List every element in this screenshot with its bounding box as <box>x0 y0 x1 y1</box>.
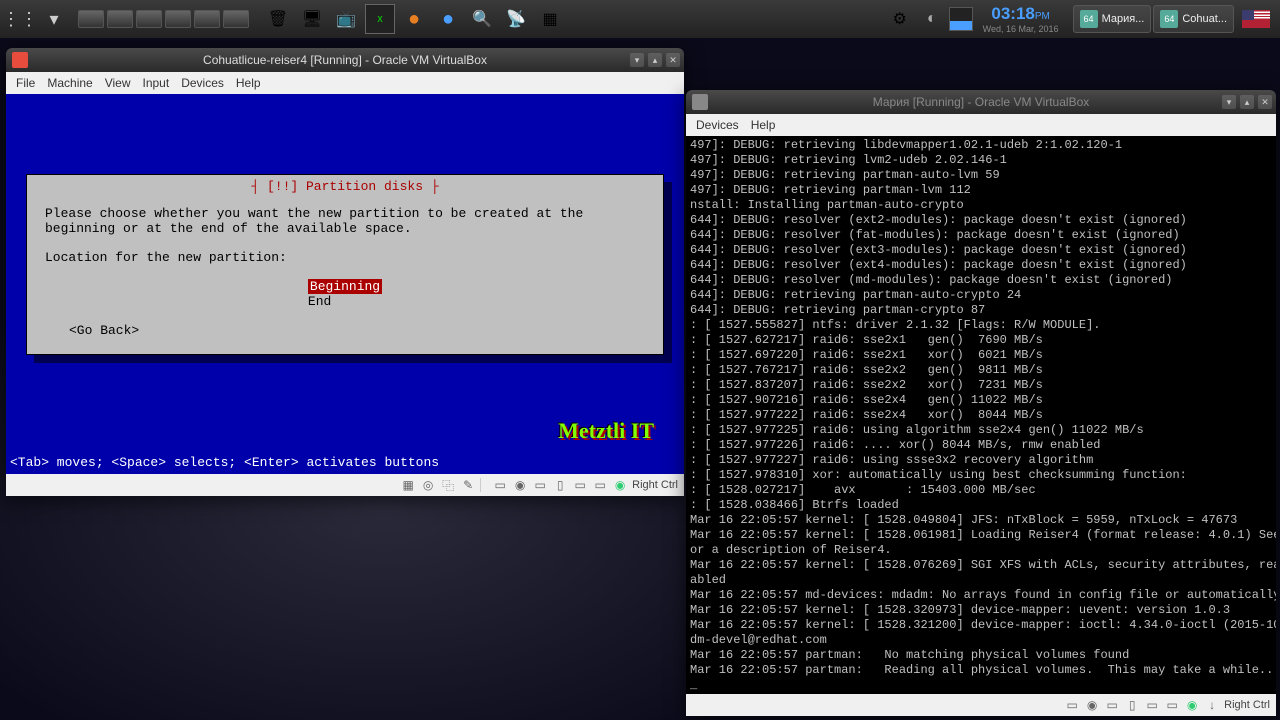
chromium-icon[interactable]: ● <box>433 4 463 34</box>
network-icon[interactable]: ▭ <box>1104 697 1120 713</box>
hdd-icon[interactable]: ▭ <box>492 477 508 493</box>
optical-icon[interactable]: ◉ <box>512 477 528 493</box>
satellite-icon[interactable]: 📡 <box>501 4 531 34</box>
display-icon[interactable]: ▭ <box>1164 697 1180 713</box>
dialog-title: ┤ [!!] Partition disks ├ <box>31 179 659 194</box>
menu-devices[interactable]: Devices <box>696 118 739 132</box>
window-title: Мария [Running] - Oracle VM VirtualBox <box>873 95 1090 109</box>
virtualbox-icon <box>692 94 708 110</box>
close-button[interactable]: ✕ <box>1258 95 1272 109</box>
vm-window-cohuatlicue: Cohuatlicue-reiser4 [Running] - Oracle V… <box>6 48 684 496</box>
clock[interactable]: 03:18PM Wed, 16 Mar, 2016 <box>983 4 1059 34</box>
maximize-button[interactable]: ▴ <box>648 53 662 67</box>
monitor-icon[interactable]: 🖥 <box>297 4 327 34</box>
top-panel: ⋮⋮ ▾ 🗑 🖥 📺 X ● ● 🔍 📡 ▦ ⚙ ◐ 03:18PM Wed, … <box>0 0 1280 38</box>
partition-dialog: ┤ [!!] Partition disks ├ Please choose w… <box>26 174 664 355</box>
host-key-label: Right Ctrl <box>1224 699 1270 711</box>
dropdown-icon[interactable]: ▾ <box>38 3 70 35</box>
mouse-integration-icon[interactable]: ↓ <box>1204 697 1220 713</box>
taskbar-item-cohuat[interactable]: 64 Cohuat... <box>1153 5 1234 33</box>
usb-icon[interactable]: ▯ <box>552 477 568 493</box>
minimize-button[interactable]: ▾ <box>630 53 644 67</box>
tv-icon[interactable]: 📺 <box>331 4 361 34</box>
clock-time: 03:18 <box>991 4 1034 23</box>
vm-window-maria: Мария [Running] - Oracle VM VirtualBox ▾… <box>686 90 1276 716</box>
dialog-prompt: Location for the new partition: <box>45 250 645 265</box>
titlebar[interactable]: Cohuatlicue-reiser4 [Running] - Oracle V… <box>6 48 684 72</box>
clock-date: Wed, 16 Mar, 2016 <box>983 24 1059 34</box>
menu-icon[interactable]: ⋮⋮ <box>4 3 36 35</box>
menu-input[interactable]: Input <box>143 76 170 90</box>
shared-folder-icon[interactable]: ▭ <box>1144 697 1160 713</box>
menu-help[interactable]: Help <box>236 76 261 90</box>
minimize-button[interactable]: ▾ <box>1222 95 1236 109</box>
vm-statusbar: ▦ ◎ ⿻ ✎ ▭ ◉ ▭ ▯ ▭ ▭ ◉ Right Ctrl <box>6 474 684 496</box>
firefox-icon[interactable]: ● <box>399 4 429 34</box>
menu-help[interactable]: Help <box>751 118 776 132</box>
menu-machine[interactable]: Machine <box>47 76 92 90</box>
option-end[interactable]: End <box>308 294 331 309</box>
virtualbox-icon <box>12 52 28 68</box>
maximize-button[interactable]: ▴ <box>1240 95 1254 109</box>
display-icon[interactable]: ▭ <box>592 477 608 493</box>
app-icon[interactable]: ▦ <box>535 4 565 34</box>
virtualbox-icon: 64 <box>1080 10 1098 28</box>
virtualbox-icon: 64 <box>1160 10 1178 28</box>
close-button[interactable]: ✕ <box>666 53 680 67</box>
system-monitor-icon[interactable]: ⚙ <box>885 4 915 34</box>
menu-file[interactable]: File <box>16 76 35 90</box>
cpu-meter-icon[interactable] <box>949 7 973 31</box>
optical-icon[interactable]: ◉ <box>1084 697 1100 713</box>
recording-icon[interactable]: ◉ <box>612 477 628 493</box>
settings-icon[interactable]: ▦ <box>400 477 416 493</box>
pencil-icon[interactable]: ✎ <box>460 477 476 493</box>
titlebar[interactable]: Мария [Running] - Oracle VM VirtualBox ▾… <box>686 90 1276 114</box>
network-icon[interactable]: ▭ <box>532 477 548 493</box>
host-key-label: Right Ctrl <box>632 479 678 491</box>
taskbar-item-maria[interactable]: 64 Мария... <box>1073 5 1152 33</box>
dialog-message: Please choose whether you want the new p… <box>45 206 645 236</box>
search-icon[interactable]: 🔍 <box>467 4 497 34</box>
watermark: Metztli IT <box>558 418 654 444</box>
menu-devices[interactable]: Devices <box>181 76 224 90</box>
us-flag-icon[interactable] <box>1242 10 1270 28</box>
gauge-icon[interactable]: ◐ <box>917 4 947 34</box>
window-title: Cohuatlicue-reiser4 [Running] - Oracle V… <box>203 53 487 67</box>
vm-display-terminal[interactable]: 497]: DEBUG: retrieving libdevmapper1.02… <box>686 136 1276 694</box>
go-back-button[interactable]: <Go Back> <box>45 323 645 338</box>
hdd-icon[interactable]: ▭ <box>1064 697 1080 713</box>
vm-statusbar: ▭ ◉ ▭ ▯ ▭ ▭ ◉ ↓ Right Ctrl <box>686 694 1276 716</box>
menubar: Devices Help <box>686 114 1276 136</box>
disc-icon[interactable]: ◎ <box>420 477 436 493</box>
usb-icon[interactable]: ▯ <box>1124 697 1140 713</box>
terminal-icon[interactable]: X <box>365 4 395 34</box>
installer-help-text: <Tab> moves; <Space> selects; <Enter> ac… <box>10 455 439 470</box>
shared-folder-icon[interactable]: ▭ <box>572 477 588 493</box>
menu-view[interactable]: View <box>105 76 131 90</box>
recording-icon[interactable]: ◉ <box>1184 697 1200 713</box>
option-beginning[interactable]: Beginning <box>308 279 382 294</box>
trash-icon[interactable]: 🗑 <box>263 4 293 34</box>
workspace-switcher[interactable] <box>78 10 249 28</box>
vm-display[interactable]: ┤ [!!] Partition disks ├ Please choose w… <box>6 94 684 474</box>
duplicate-icon[interactable]: ⿻ <box>440 477 456 493</box>
menubar: File Machine View Input Devices Help <box>6 72 684 94</box>
